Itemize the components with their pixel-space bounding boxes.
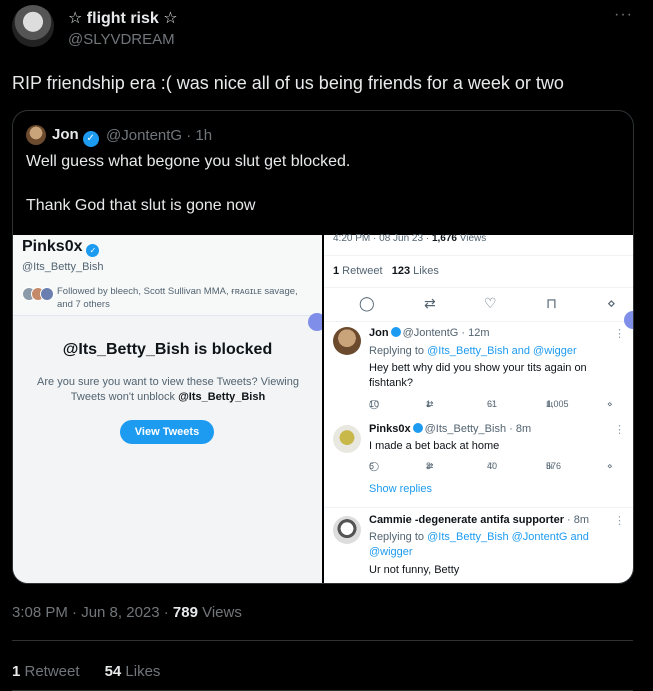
profile-handle: @Its_Betty_Bish: [22, 261, 104, 273]
retweet-icon: ⇄: [424, 295, 436, 311]
blocked-profile-screenshot: Pinks0x ✓ @Its_Betty_Bish Followed by ble…: [13, 235, 326, 583]
author-handle[interactable]: @SLYVDREAM: [68, 31, 175, 48]
divider: [324, 287, 633, 288]
blocked-subtitle: Are you sure you want to view these Twee…: [37, 376, 299, 403]
reply-text: Hey bett why did you show your tits agai…: [369, 362, 587, 389]
more-icon: ⋮: [614, 424, 625, 436]
quoted-author-name[interactable]: Jon ✓: [52, 126, 99, 147]
verified-badge-icon: [412, 423, 423, 433]
verified-badge-icon: ✓: [82, 131, 99, 147]
reply-avatar: [333, 425, 361, 453]
reply-header: Cammie -degenerate antifa supporter · 8m: [369, 514, 590, 526]
divider: [324, 507, 633, 508]
retweets-link[interactable]: 1 Retweet: [12, 663, 80, 680]
replying-to: Replying to @Its_Betty_Bish and @wigger: [369, 345, 577, 357]
scroll-arrow-icon: [624, 311, 633, 329]
tweet-stats: 1 Retweet 54 Likes: [12, 663, 160, 680]
post-stats: 1 Retweet 123 Likes: [333, 265, 439, 277]
show-replies-link: Show replies: [369, 483, 432, 495]
replying-to: Replying to @Its_Betty_Bish @JontentG an…: [369, 531, 589, 558]
more-icon: ⋮: [614, 328, 625, 340]
reply-avatar: [333, 327, 361, 355]
reply-icon: ◯: [359, 295, 375, 311]
post-meta: 4:20 PM · 08 Jun 23 · 1,676 Views: [333, 233, 487, 244]
more-options-icon[interactable]: ···: [614, 6, 633, 24]
divider: [324, 321, 633, 322]
reply-header: Pinks0x @Its_Betty_Bish · 8m: [369, 423, 532, 435]
reply-action-bar: ◯ 10 ⇄ 1 ♡ 61 ılı 1,005 ⋄: [369, 399, 613, 409]
reply-text: Ur not funny, Betty: [369, 564, 460, 576]
replies-screenshot: 4:20 PM · 08 Jun 23 · 1,676 Views 1 Retw…: [324, 233, 633, 583]
reply-header: Jon @JontentG · 12m: [369, 327, 490, 339]
tweet-text: RIP friendship era :( was nice all of us…: [12, 73, 564, 93]
bookmark-icon: ⊓: [546, 295, 557, 311]
likes-link[interactable]: 54 Likes: [105, 663, 161, 680]
verified-badge-icon: [390, 327, 401, 337]
divider: [324, 255, 633, 256]
author-avatar[interactable]: [12, 5, 54, 47]
quoted-avatar[interactable]: [26, 125, 46, 145]
share-icon: ⋄: [607, 461, 613, 471]
quoted-text-line-2: Thank God that slut is gone now: [26, 197, 256, 214]
reply-avatar: [333, 516, 361, 544]
followers-avatars: [22, 287, 54, 303]
profile-name: Pinks0x ✓: [22, 238, 100, 257]
view-tweets-button: View Tweets: [120, 420, 214, 444]
blocked-title: @Its_Betty_Bish is blocked: [62, 341, 273, 358]
more-icon: ⋮: [614, 515, 625, 527]
post-action-bar: ◯ ⇄ ♡ ⊓ ⋄: [324, 295, 633, 315]
like-icon: ♡: [484, 295, 497, 311]
divider: [12, 640, 633, 641]
author-name[interactable]: ☆ flight risk ☆: [68, 8, 178, 28]
share-icon: ⋄: [607, 295, 616, 311]
quoted-tweet[interactable]: Jon ✓ @JontentG · 1h Well guess what bego…: [12, 110, 634, 584]
reply-action-bar: ◯ 6 ⇄ 3 ♡ 40 ılı 576 ⋄: [369, 461, 613, 471]
verified-badge-icon: ✓: [86, 244, 100, 257]
reply-text: I made a bet back at home: [369, 440, 500, 452]
share-icon: ⋄: [607, 399, 613, 409]
tweet-timestamp[interactable]: 3:08 PM · Jun 8, 2023 · 789 Views: [12, 604, 242, 621]
followed-by-text: Followed by bleech, Scott Sullivan MMA, …: [57, 286, 298, 310]
quoted-author-handle: @JontentG · 1h: [106, 127, 213, 144]
quoted-text-line-1: Well guess what begone you slut get bloc…: [26, 153, 351, 170]
